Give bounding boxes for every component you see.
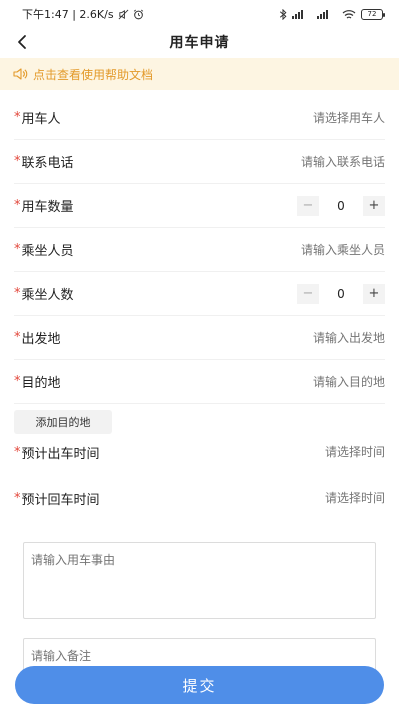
vehicle-count-stepper: − 0 + <box>297 195 385 216</box>
mute-icon <box>118 9 128 19</box>
status-time: 下午1:47 | 2.6K/s <box>22 8 114 21</box>
vehicle-count-increment-button[interactable]: + <box>363 195 385 216</box>
required-mark: * <box>14 444 21 460</box>
required-mark: * <box>14 110 21 125</box>
vehicle-count-decrement-button[interactable]: − <box>297 195 319 216</box>
field-phone-label: * 联系电话 <box>14 154 74 171</box>
passengers-input[interactable] <box>205 242 385 257</box>
field-origin[interactable]: * 出发地 <box>14 316 385 360</box>
wifi-icon <box>342 9 356 19</box>
required-mark: * <box>14 154 21 169</box>
signal-icon-2 <box>317 10 328 19</box>
user-select[interactable] <box>205 110 385 125</box>
field-user[interactable]: * 用车人 <box>14 96 385 140</box>
origin-input[interactable] <box>205 330 385 345</box>
vehicle-count-value[interactable]: 0 <box>319 195 363 216</box>
field-vehicle-count-label: * 用车数量 <box>14 198 74 215</box>
nav-bar: 用车申请 <box>0 28 399 56</box>
help-notice-text: 点击查看使用帮助文档 <box>33 67 154 82</box>
return-time-picker[interactable] <box>205 491 385 505</box>
field-destination-label: * 目的地 <box>14 374 61 391</box>
required-mark: * <box>14 490 21 506</box>
passenger-count-increment-button[interactable]: + <box>363 283 385 304</box>
submit-button[interactable]: 提交 <box>15 666 384 704</box>
status-right: 72 <box>279 8 385 20</box>
field-passenger-count-label: * 乘坐人数 <box>14 286 74 303</box>
chevron-left-icon <box>18 35 26 49</box>
field-passengers[interactable]: * 乘坐人员 <box>14 228 385 272</box>
alarm-icon <box>133 9 143 19</box>
required-mark: * <box>14 374 21 389</box>
reason-textarea[interactable] <box>23 542 376 619</box>
page-title: 用车申请 <box>169 35 230 51</box>
field-return-time[interactable]: * 预计回车时间 <box>14 476 385 520</box>
required-mark: * <box>14 286 21 301</box>
required-mark: * <box>14 242 21 257</box>
field-user-label: * 用车人 <box>14 110 61 127</box>
help-notice[interactable]: 点击查看使用帮助文档 <box>0 58 399 90</box>
field-depart-time-label: * 预计出车时间 <box>14 444 100 462</box>
field-phone[interactable]: * 联系电话 <box>14 140 385 184</box>
required-mark: * <box>14 330 21 345</box>
field-depart-time[interactable]: * 预计出车时间 <box>14 430 385 474</box>
field-return-time-label: * 预计回车时间 <box>14 490 100 508</box>
signal-icon <box>292 10 303 19</box>
field-passengers-label: * 乘坐人员 <box>14 242 74 259</box>
passenger-count-value[interactable]: 0 <box>319 283 363 304</box>
phone-input[interactable] <box>205 154 385 169</box>
field-destination[interactable]: * 目的地 <box>14 360 385 404</box>
battery-icon: 72 <box>361 8 385 20</box>
status-bar: 下午1:47 | 2.6K/s 72 <box>0 0 399 28</box>
field-vehicle-count: * 用车数量 − 0 + <box>14 184 385 228</box>
field-passenger-count: * 乘坐人数 − 0 + <box>14 272 385 316</box>
field-origin-label: * 出发地 <box>14 330 61 347</box>
status-left: 下午1:47 | 2.6K/s <box>22 6 144 22</box>
back-button[interactable] <box>10 30 34 54</box>
bluetooth-icon <box>279 8 287 20</box>
depart-time-picker[interactable] <box>205 445 385 459</box>
passenger-count-decrement-button[interactable]: − <box>297 283 319 304</box>
required-mark: * <box>14 198 21 213</box>
passenger-count-stepper: − 0 + <box>297 283 385 304</box>
destination-input[interactable] <box>205 374 385 389</box>
speaker-icon <box>13 68 28 80</box>
